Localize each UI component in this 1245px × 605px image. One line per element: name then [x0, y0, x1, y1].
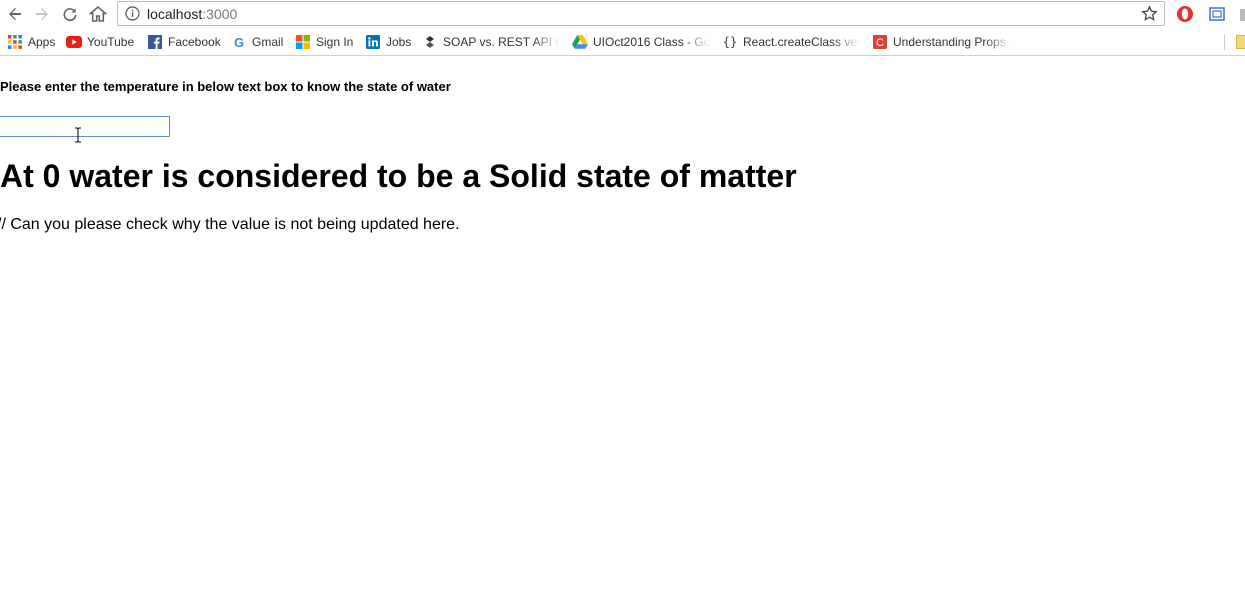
- home-icon[interactable]: [88, 4, 108, 24]
- bookmark-sign-in[interactable]: Sign In: [295, 33, 353, 51]
- bookmark-label: Jobs: [386, 35, 412, 49]
- bookmark-youtube[interactable]: YouTube: [66, 33, 134, 51]
- bookmark-jobs[interactable]: Jobs: [365, 33, 411, 51]
- other-bookmarks-folder-icon[interactable]: [1236, 35, 1245, 49]
- svg-text:C: C: [876, 37, 884, 49]
- star-bookmark-icon[interactable]: [1141, 5, 1158, 22]
- address-bar[interactable]: localhost:3000: [117, 1, 1165, 26]
- bookmarks-bar: Apps YouTube Facebook G Gmail Sign In Jo…: [0, 29, 1245, 56]
- c-icon: C: [872, 34, 888, 50]
- apps-grid-icon: [7, 34, 23, 50]
- google-icon: G: [233, 34, 245, 50]
- bookmarks-divider: [1224, 34, 1225, 50]
- bookmark-label: Understanding Props a: [893, 35, 1012, 49]
- bookmark-label: UIOct2016 Class - Goo: [593, 35, 710, 49]
- soap-icon: [422, 34, 438, 50]
- screen-capture-extension-icon[interactable]: [1207, 4, 1227, 24]
- bookmark-label: Apps: [28, 35, 56, 49]
- bookmark-react-createclass[interactable]: {} React.createClass vers: [722, 33, 860, 51]
- bookmark-label: Gmail: [252, 35, 284, 49]
- url-host: localhost: [147, 6, 203, 22]
- back-arrow-icon[interactable]: [5, 4, 25, 24]
- bookmark-label: React.createClass vers: [743, 35, 860, 49]
- question-note: // Can you please check why the value is…: [0, 216, 460, 233]
- youtube-icon: [66, 34, 82, 50]
- opera-extension-icon[interactable]: [1175, 4, 1195, 24]
- microsoft-icon: [295, 34, 311, 50]
- water-state-heading: At 0 water is considered to be a Solid s…: [0, 158, 797, 194]
- bookmark-understanding-props[interactable]: C Understanding Props a: [872, 33, 1012, 51]
- bookmark-uioct2016-class[interactable]: UIOct2016 Class - Goo: [572, 33, 710, 51]
- browser-toolbar: localhost:3000: [0, 0, 1245, 28]
- bookmark-apps[interactable]: Apps: [7, 33, 55, 51]
- forward-arrow-icon[interactable]: [32, 4, 52, 24]
- bookmark-label: Sign In: [316, 35, 354, 49]
- google-drive-icon: [572, 34, 588, 50]
- bookmark-soap-vs-rest[interactable]: SOAP vs. REST API Ch: [422, 33, 560, 51]
- reload-icon[interactable]: [60, 4, 80, 24]
- text-cursor-icon: [74, 127, 82, 143]
- temperature-input[interactable]: [0, 116, 170, 137]
- url-text: localhost:3000: [147, 6, 237, 22]
- bookmark-label: SOAP vs. REST API Ch: [443, 35, 560, 49]
- facebook-icon: [147, 34, 163, 50]
- temperature-prompt: Please enter the temperature in below te…: [0, 79, 451, 94]
- bookmark-label: Facebook: [168, 35, 221, 49]
- info-icon[interactable]: [125, 6, 140, 21]
- url-port: :3000: [202, 6, 238, 22]
- code-braces-icon: {}: [722, 35, 738, 49]
- menu-edge-icon[interactable]: [1238, 4, 1245, 24]
- bookmark-label: YouTube: [87, 35, 135, 49]
- bookmark-facebook[interactable]: Facebook: [147, 33, 221, 51]
- linkedin-icon: [365, 34, 381, 50]
- bookmark-gmail[interactable]: G Gmail: [231, 33, 283, 51]
